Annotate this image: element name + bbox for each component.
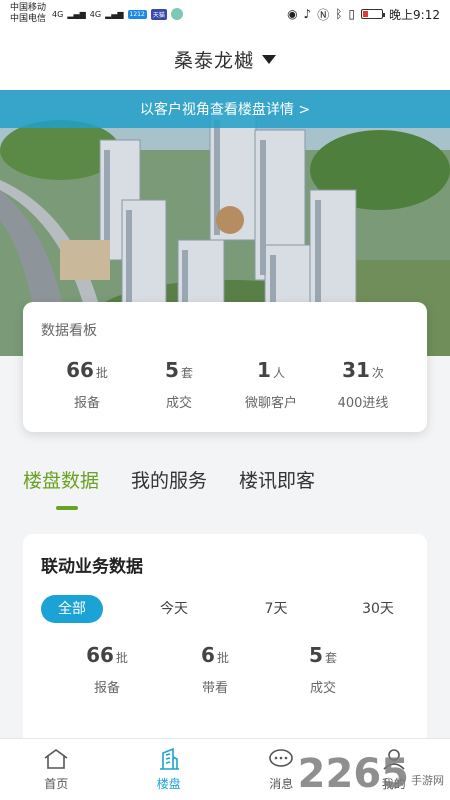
project-title[interactable]: 桑泰龙樾	[174, 46, 254, 73]
stat-label: 成交	[309, 681, 336, 696]
stat-label: 400进线	[337, 396, 389, 411]
battery-icon	[361, 9, 386, 19]
stat-unit: 批	[216, 651, 229, 665]
dropdown-caret-icon[interactable]	[262, 54, 276, 64]
stat-value: 66	[86, 643, 114, 667]
stat-report[interactable]: 66 批 报备	[79, 643, 135, 696]
network-indicators: 4G ▂▄▆ 4G ▂▄▆ 1212 天猫	[52, 8, 183, 20]
filter-all[interactable]: 全部	[41, 595, 103, 623]
carrier-info: 中国移动 中国电信	[10, 3, 46, 25]
site-watermark: 2265 手游网	[298, 754, 444, 794]
section-tabs: 楼盘数据 我的服务 楼讯即客	[23, 466, 315, 493]
mute-icon: ♪	[303, 7, 312, 21]
linkage-stats: 66 批 报备 6批 带看 5套 成交	[41, 643, 409, 696]
tab-project-news[interactable]: 楼讯即客	[239, 466, 315, 493]
stat-chat-customers[interactable]: 1人 微聊客户	[226, 358, 316, 411]
vibrate-icon: ▯	[348, 7, 356, 21]
watermark-text: 手游网	[411, 774, 444, 787]
linkage-data-card: 联动业务数据 全部 今天 7天 30天 66 批 报备 6批 带看 5套 成交	[23, 534, 427, 754]
clock: 晚上9:12	[389, 7, 440, 22]
stat-label: 微聊客户	[244, 396, 297, 411]
tab-project-data[interactable]: 楼盘数据	[23, 466, 99, 493]
nav-label: 楼盘	[156, 777, 181, 791]
network-type-2: 4G	[89, 9, 102, 19]
linkage-title: 联动业务数据	[41, 557, 143, 577]
customer-view-link[interactable]: 以客户视角查看楼盘详情 >	[140, 99, 310, 119]
nav-home[interactable]: 首页	[0, 739, 113, 800]
stat-deal[interactable]: 5套 成交	[295, 643, 351, 696]
customer-view-banner[interactable]: 以客户视角查看楼盘详情 >	[0, 90, 450, 128]
project-selector[interactable]: 桑泰龙樾	[0, 28, 450, 90]
stat-deal[interactable]: 5套 成交	[134, 358, 224, 411]
app-notification-icon	[170, 8, 183, 20]
stat-unit: 套	[324, 651, 337, 665]
stat-unit: 人	[272, 366, 285, 380]
filter-today[interactable]: 今天	[143, 595, 205, 623]
stat-label: 成交	[165, 396, 192, 411]
notification-chip: 1212	[127, 9, 147, 19]
data-dashboard-card: 数据看板 66 批 报备 5套 成交 1人 微聊客户 31 次 400进线	[23, 302, 427, 432]
eye-icon: ◉	[287, 7, 298, 21]
tab-my-services[interactable]: 我的服务	[131, 466, 207, 493]
stat-label: 报备	[93, 681, 120, 696]
stat-value: 31	[342, 358, 370, 382]
stat-value: 5	[309, 643, 323, 667]
nav-label: 消息	[269, 777, 294, 791]
nfc-icon: Ⓝ	[317, 7, 330, 22]
filter-30-days[interactable]: 30天	[347, 595, 409, 623]
stat-report[interactable]: 66 批 报备	[42, 358, 132, 411]
dashboard-title: 数据看板	[41, 323, 97, 339]
carrier-1: 中国移动	[10, 3, 47, 13]
stat-value: 66	[66, 358, 94, 382]
status-bar: 中国移动 中国电信 4G ▂▄▆ 4G ▂▄▆ 1212 天猫 ◉ ♪ Ⓝ ᛒ …	[0, 0, 450, 28]
stat-value: 1	[257, 358, 271, 382]
nav-buildings[interactable]: 楼盘	[113, 739, 226, 800]
home-icon	[44, 749, 68, 769]
status-right: ◉ ♪ Ⓝ ᛒ ▯ 晚上9:12	[287, 6, 440, 23]
network-type-1: 4G	[52, 9, 64, 19]
watermark-logo-number: 2265	[297, 751, 409, 797]
bluetooth-icon: ᛒ	[335, 7, 343, 21]
stat-unit: 次	[371, 366, 384, 380]
stat-unit: 批	[95, 366, 108, 380]
stat-label: 带看	[201, 681, 228, 696]
message-icon	[269, 749, 294, 767]
nav-label: 首页	[44, 777, 69, 791]
stat-value: 6	[201, 643, 215, 667]
signal-icon: ▂▄▆	[105, 9, 124, 19]
stat-value: 5	[165, 358, 179, 382]
dashboard-stats: 66 批 报备 5套 成交 1人 微聊客户 31 次 400进线	[41, 358, 409, 411]
stat-viewing[interactable]: 6批 带看	[187, 643, 243, 696]
stat-unit: 套	[180, 366, 193, 380]
stat-label: 报备	[73, 396, 100, 411]
signal-icon: ▂▄▆	[67, 9, 86, 19]
stat-unit: 批	[115, 651, 128, 665]
time-filters: 全部 今天 7天 30天	[41, 595, 409, 623]
active-tab-indicator	[56, 506, 78, 510]
filter-7-days[interactable]: 7天	[245, 595, 307, 623]
stat-400-calls[interactable]: 31 次 400进线	[318, 358, 408, 411]
notification-chip: 天猫	[150, 8, 167, 20]
carrier-2: 中国电信	[10, 14, 47, 24]
building-icon	[159, 747, 179, 770]
